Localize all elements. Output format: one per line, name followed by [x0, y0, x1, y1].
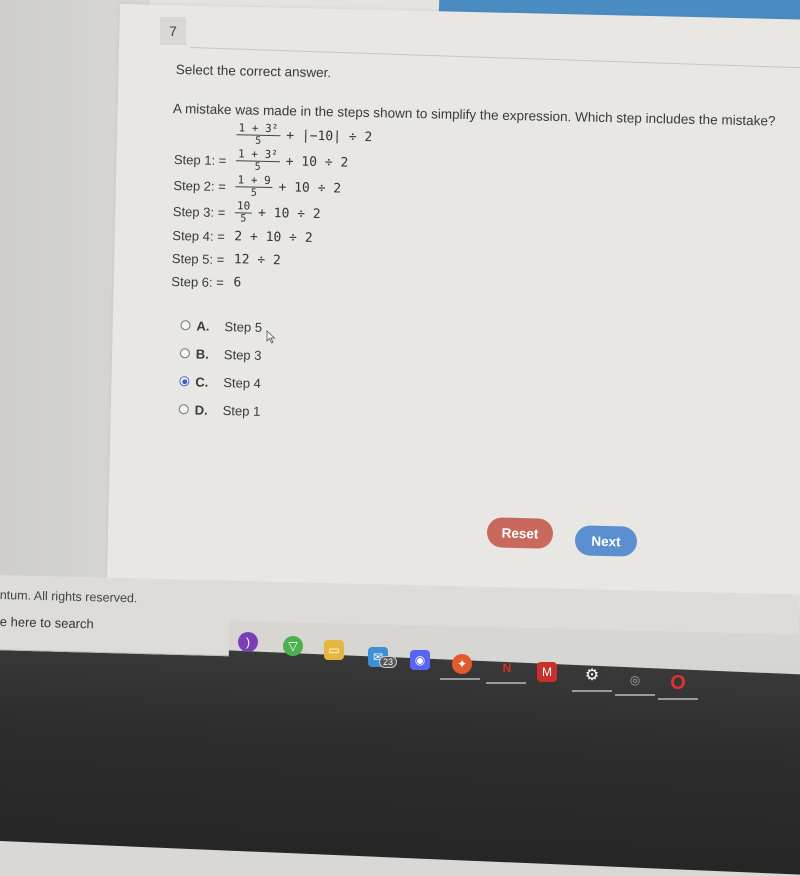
step-label: Step 2: = [173, 177, 226, 194]
denominator: 5 [240, 213, 247, 225]
active-indicator [615, 694, 655, 696]
numerator: 1 + 3² [235, 147, 280, 163]
active-indicator [658, 698, 698, 700]
netflix-icon[interactable]: N [497, 658, 517, 678]
mcafee-icon[interactable]: M [537, 662, 557, 682]
step-expression: 12 ÷ 2 [233, 252, 281, 269]
brave-icon[interactable]: ✦ [452, 654, 472, 674]
discord-icon[interactable]: ◉ [410, 650, 430, 670]
file-explorer-icon[interactable]: ▭ [324, 640, 344, 660]
fraction: 1 + 3² 5 [236, 121, 281, 147]
step-label: Step 1: = [173, 151, 227, 168]
step-label: Step 4: = [172, 227, 225, 245]
denominator: 5 [250, 187, 257, 199]
active-indicator [486, 682, 526, 684]
numerator: 10 [234, 199, 253, 214]
denominator: 5 [254, 161, 261, 173]
choice-text: Step 4 [223, 374, 262, 391]
fraction: 1 + 9 5 [235, 173, 273, 199]
expression-rest: + |−10| ÷ 2 [286, 127, 373, 145]
step-expression: 2 + 10 ÷ 2 [234, 229, 313, 246]
step-expression: + 10 ÷ 2 [257, 205, 321, 222]
radio-button[interactable] [178, 404, 189, 415]
next-button[interactable]: Next [574, 525, 638, 557]
active-indicator [572, 690, 612, 692]
fraction: 1 + 3² 5 [235, 147, 280, 173]
reset-button[interactable]: Reset [486, 517, 554, 549]
denominator: 5 [255, 135, 262, 147]
choice-text: Step 1 [222, 402, 261, 419]
radio-button[interactable] [180, 320, 191, 331]
choice-text: Step 5 [224, 318, 263, 335]
step-expression: + 10 ÷ 2 [278, 179, 342, 196]
question-number: 7 [160, 17, 186, 45]
choice-letter: B. [195, 345, 210, 362]
search-placeholder[interactable]: e here to search [0, 614, 94, 631]
numerator: 1 + 9 [235, 173, 273, 189]
question-content: Select the correct answer. A mistake was… [168, 62, 795, 436]
step-label: Step 3: = [172, 203, 226, 220]
vpn-icon[interactable]: ▽ [283, 636, 303, 656]
podcast-icon[interactable]: ) [238, 632, 258, 652]
choice-text: Step 3 [223, 346, 262, 363]
step-label: Step 6: = [171, 273, 224, 291]
steam-icon[interactable]: ◎ [625, 670, 645, 690]
radio-button-selected[interactable] [179, 376, 190, 387]
fraction: 10 5 [234, 199, 253, 225]
mail-badge: 23 [379, 656, 398, 668]
step-expression: 6 [233, 275, 242, 291]
radio-button[interactable] [179, 348, 191, 359]
settings-icon[interactable]: ⚙ [582, 665, 602, 685]
choice-letter: C. [195, 373, 209, 390]
taskbar-search-box[interactable] [0, 605, 230, 657]
step-expression: + 10 ÷ 2 [285, 153, 349, 171]
math-block: 1 + 3² 5 + |−10| ÷ 2 Step 1: = 1 + 3² 5 … [171, 120, 794, 306]
mouse-cursor-icon [266, 330, 276, 344]
step-label: Step 5: = [171, 250, 225, 268]
choice-letter: D. [194, 401, 208, 418]
choice-letter: A. [196, 317, 210, 334]
active-indicator [440, 678, 480, 680]
opera-icon[interactable]: O [668, 672, 688, 694]
numerator: 1 + 3² [236, 121, 281, 137]
